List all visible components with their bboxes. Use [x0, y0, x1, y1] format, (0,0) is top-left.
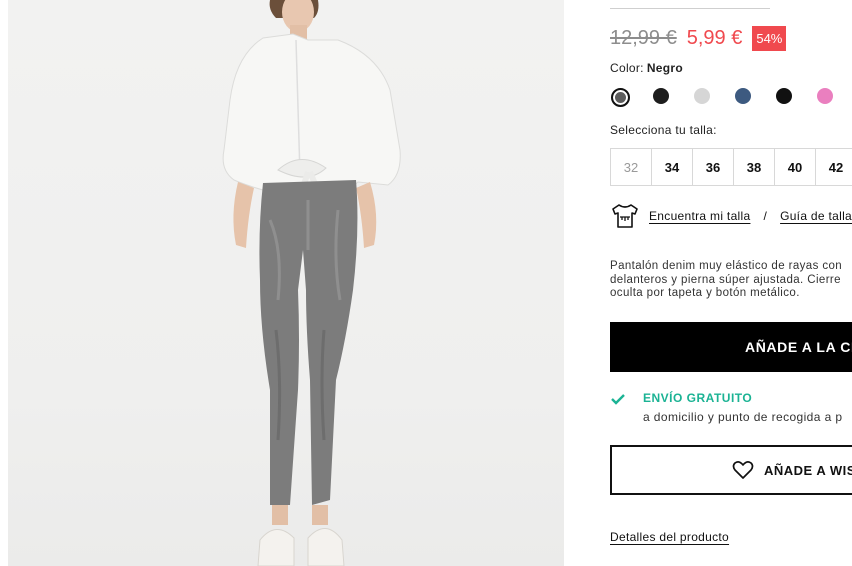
size-option-34[interactable]: 34 — [651, 148, 693, 186]
tshirt-ruler-icon — [610, 203, 640, 229]
check-icon — [610, 392, 626, 410]
wishlist-label: AÑADE A WISH — [764, 462, 852, 478]
size-option-38[interactable]: 38 — [733, 148, 775, 186]
model-illustration — [222, 0, 401, 566]
find-size-link[interactable]: Encuentra mi talla — [649, 209, 750, 223]
swatch-black[interactable] — [653, 88, 669, 104]
size-selector: 32 34 36 38 40 42 — [610, 148, 852, 186]
add-to-cart-button[interactable]: AÑADE A LA CE — [610, 322, 852, 372]
divider — [610, 8, 770, 9]
size-guide-link[interactable]: Guía de talla — [780, 209, 852, 223]
size-guide-row: Encuentra mi talla / Guía de talla — [610, 203, 852, 229]
color-value: Negro — [646, 61, 683, 75]
swatch-acid-grey[interactable] — [611, 88, 630, 107]
product-image[interactable] — [8, 0, 564, 566]
add-to-wishlist-button[interactable]: AÑADE A WISH — [610, 445, 852, 495]
swatch-black-2[interactable] — [776, 88, 792, 104]
size-option-42[interactable]: 42 — [815, 148, 852, 186]
shipping-subtitle: a domicilio y punto de recogida a p — [643, 410, 843, 424]
swatch-denim-blue[interactable] — [735, 88, 751, 104]
size-option-40[interactable]: 40 — [774, 148, 816, 186]
old-price: 12,99 € — [610, 27, 677, 49]
swatch-light-grey[interactable] — [694, 88, 710, 104]
discount-badge: 54% — [752, 26, 787, 51]
size-label: Selecciona tu talla: — [610, 123, 717, 137]
color-label: Color: — [610, 61, 644, 75]
shipping-title: ENVÍO GRATUITO — [643, 391, 753, 405]
link-separator: / — [763, 209, 768, 223]
heart-icon — [732, 460, 754, 480]
sale-price: 5,99 € — [686, 27, 743, 49]
swatch-pink[interactable] — [817, 88, 833, 104]
product-description: Pantalón denim muy elástico de rayas con… — [610, 260, 843, 300]
color-selection-label: Color: Negro — [610, 61, 683, 75]
price-row: 12,99 € 5,99 € 54% — [610, 26, 787, 51]
size-option-32[interactable]: 32 — [610, 148, 652, 186]
product-details-link[interactable]: Detalles del producto — [610, 530, 729, 544]
size-option-36[interactable]: 36 — [692, 148, 734, 186]
